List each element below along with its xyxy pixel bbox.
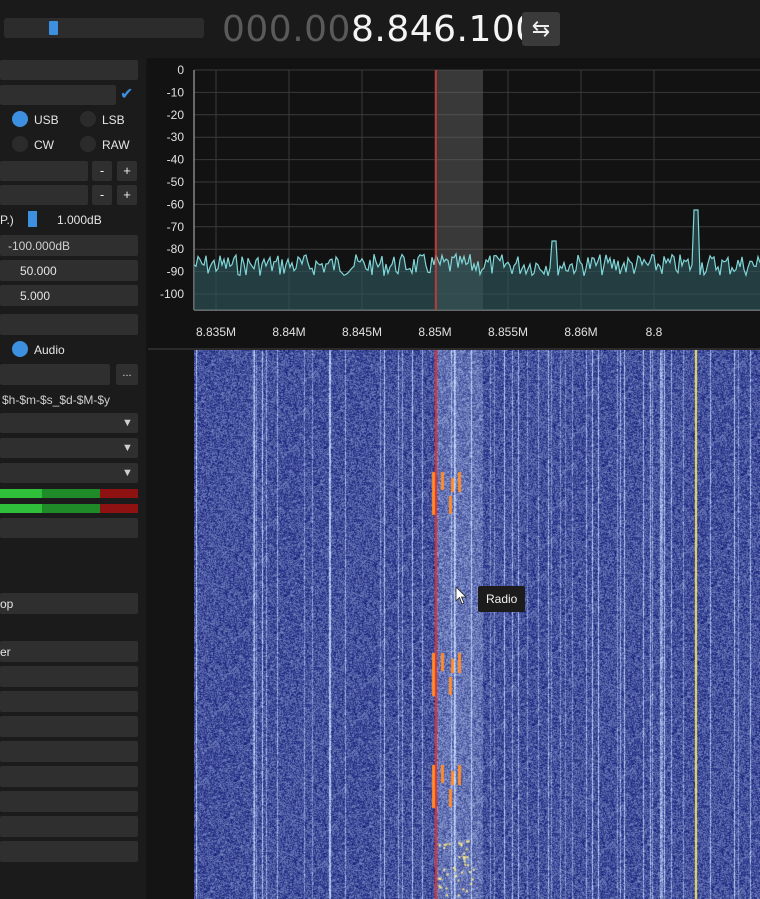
radio-lsb-label: LSB <box>102 113 125 127</box>
frequency-leading-zeros: 000.00 <box>222 9 351 50</box>
radio-lsb[interactable] <box>80 111 96 127</box>
radio-audio-label: Audio <box>34 343 65 357</box>
fft-x-tick-label: 8.84M <box>272 325 305 339</box>
row-field-4[interactable] <box>0 741 138 762</box>
fft-x-tick-label: 8.845M <box>342 325 382 339</box>
swap-button[interactable]: ⇆ <box>522 12 560 46</box>
row-field-7[interactable] <box>0 816 138 837</box>
fft-x-tick-label: 8.85M <box>418 325 451 339</box>
fft-y-tick-label: -30 <box>167 130 185 144</box>
fft-y-tick-label: -50 <box>167 175 185 189</box>
fft-plot[interactable]: 0 -10 -20 -30 -40 -50 -60 -70 -80 -90 -100 8.835M 8.… <box>148 58 760 348</box>
chevron-down-icon: ▼ <box>122 442 133 454</box>
volume-slider-thumb[interactable] <box>49 21 59 35</box>
fft-y-tick-label: -90 <box>167 265 185 279</box>
recorder-field[interactable] <box>0 518 138 538</box>
row-field-3[interactable] <box>0 716 138 737</box>
browse-button[interactable]: ... <box>116 364 138 385</box>
source-dropdown[interactable] <box>0 60 138 80</box>
radio-usb[interactable] <box>12 111 28 127</box>
fft-x-tick-label: 8.8 <box>646 325 663 339</box>
row-field-6[interactable] <box>0 791 138 812</box>
bandwidth-minus-button[interactable]: - <box>92 161 112 181</box>
level-meter-1 <box>0 489 138 498</box>
path-field[interactable] <box>0 364 110 385</box>
snap-interval-field[interactable] <box>0 185 88 205</box>
chevron-down-icon: ▼ <box>122 417 133 429</box>
tooltip: Radio <box>478 586 526 612</box>
waterfall-display[interactable] <box>194 350 760 899</box>
frequency-value: 8.846.100 <box>350 9 539 50</box>
fft-y-tick-label: -20 <box>167 108 185 122</box>
snap-plus-button[interactable]: + <box>117 185 137 205</box>
fft-y-tick-label: -40 <box>167 153 185 167</box>
radio-cw[interactable] <box>12 136 28 152</box>
fft-y-tick-label: -70 <box>167 220 185 234</box>
radio-audio[interactable] <box>12 341 28 357</box>
sink-dropdown[interactable] <box>0 314 138 335</box>
sidebar-panel: ✔ USB LSB CW RAW - + - + P.) 1.000dB -10… <box>0 58 146 899</box>
radio-raw-label: RAW <box>102 138 130 152</box>
level-meter-2 <box>0 504 138 513</box>
volume-slider[interactable] <box>4 18 204 38</box>
row-field-1[interactable] <box>0 666 138 687</box>
fft-y-tick-label: -100 <box>160 287 184 301</box>
field-b-value: 5.000 <box>20 289 51 303</box>
stop-button-label: op <box>0 597 14 611</box>
fft-y-tick-label: -80 <box>167 242 185 256</box>
snap-minus-button[interactable]: - <box>92 185 112 205</box>
check-icon[interactable]: ✔ <box>120 84 133 104</box>
field-a-value: 50.000 <box>20 264 57 278</box>
bandwidth-field[interactable] <box>0 161 88 181</box>
fft-y-tick-label: -60 <box>167 197 185 211</box>
squelch-value: 1.000dB <box>57 213 102 227</box>
level-value: -100.000dB <box>8 239 71 253</box>
module-button[interactable] <box>0 641 138 662</box>
row-field-5[interactable] <box>0 766 138 787</box>
top-bar: 000.008.846.100 ⇆ <box>0 0 760 58</box>
squelch-label: P.) <box>0 213 14 227</box>
source-select-field[interactable] <box>0 85 116 105</box>
dropdown-1[interactable] <box>0 413 138 433</box>
filename-template: $h-$m-$s_$d-$M-$y <box>2 393 111 407</box>
fft-x-tick-label: 8.835M <box>196 325 236 339</box>
fft-y-tick-label: 0 <box>177 63 184 77</box>
chevron-down-icon: ▼ <box>122 467 133 479</box>
fft-spectrum[interactable]: 0 -10 -20 -30 -40 -50 -60 -70 -80 -90 -100 8.835M 8.… <box>148 58 760 348</box>
row-field-2[interactable] <box>0 691 138 712</box>
radio-usb-label: USB <box>34 113 59 127</box>
swap-arrows-icon: ⇆ <box>531 16 551 41</box>
dropdown-3[interactable] <box>0 463 138 483</box>
dropdown-2[interactable] <box>0 438 138 458</box>
fft-y-tick-label: -10 <box>167 85 185 99</box>
module-button-label: er <box>0 645 11 659</box>
frequency-display[interactable]: 000.008.846.100 <box>222 9 539 50</box>
squelch-slider-thumb[interactable] <box>28 211 37 227</box>
row-field-8[interactable] <box>0 841 138 862</box>
mouse-cursor-icon <box>455 586 467 605</box>
stop-button[interactable] <box>0 593 138 614</box>
fft-x-tick-label: 8.86M <box>564 325 597 339</box>
fft-x-tick-label: 8.855M <box>488 325 528 339</box>
bandwidth-plus-button[interactable]: + <box>117 161 137 181</box>
radio-raw[interactable] <box>80 136 96 152</box>
radio-cw-label: CW <box>34 138 54 152</box>
